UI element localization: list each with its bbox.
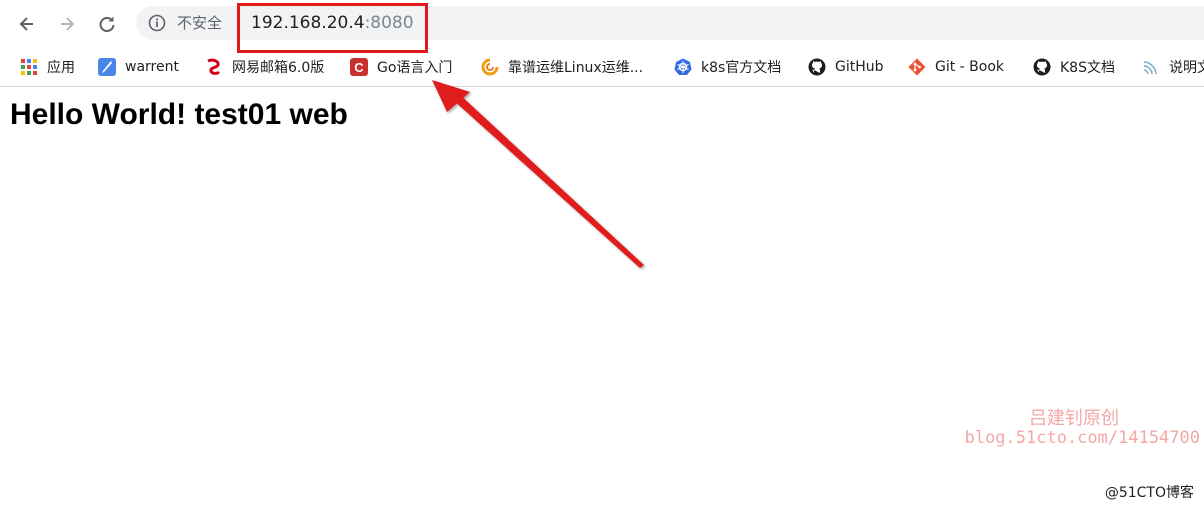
bookmark-kaopu-ops[interactable]: 靠谱运维Linux运维...: [481, 54, 643, 80]
bookmark-label: K8S文档: [1060, 60, 1115, 76]
info-icon[interactable]: [148, 14, 166, 32]
bookmark-label: k8s官方文档: [701, 60, 782, 76]
bookmark-label: 网易邮箱6.0版: [232, 60, 325, 76]
github-icon: [808, 58, 826, 76]
back-button[interactable]: [13, 10, 41, 38]
bookmark-apps[interactable]: 应用: [20, 54, 75, 80]
arrow-right-icon: [61, 17, 75, 31]
bookmark-git-book[interactable]: Git - Book: [908, 54, 1004, 80]
bookmark-go-intro[interactable]: C Go语言入门: [350, 54, 452, 80]
netease-mail-icon: [205, 58, 223, 76]
bookmark-label: Git - Book: [935, 59, 1005, 75]
bookmark-label: warrent: [125, 59, 179, 75]
bookmark-label: 应用: [47, 60, 75, 76]
reload-button[interactable]: [93, 10, 121, 38]
forward-button[interactable]: [53, 10, 81, 38]
browser-toolbar: 不安全 192.168.20.4:8080: [0, 0, 1204, 48]
bookmark-github[interactable]: GitHub: [808, 54, 884, 80]
wifi-waves-icon: [1142, 58, 1160, 76]
bookmark-label: 靠谱运维Linux运维...: [508, 60, 644, 76]
arrow-left-icon: [19, 17, 33, 31]
kubernetes-icon: [674, 58, 692, 76]
security-label[interactable]: 不安全: [177, 13, 222, 33]
c-logo-icon: C: [350, 58, 368, 76]
page-heading: Hello World! test01 web: [10, 98, 348, 131]
bookmarks-bar: 应用 warrent 网易邮箱6.0版 C Go语言入门 靠谱运维Linux运维…: [0, 48, 1204, 87]
bookmark-label: 说明文: [1169, 60, 1204, 76]
reload-icon: [99, 16, 115, 32]
bookmark-shuoming[interactable]: 说明文: [1142, 54, 1204, 80]
github-icon: [1033, 58, 1051, 76]
svg-text:C: C: [354, 60, 364, 75]
annotation-highlight-box: [237, 3, 428, 53]
git-icon: [908, 58, 926, 76]
bookmark-label: GitHub: [835, 59, 884, 75]
watermark-blog-url: blog.51cto.com/14154700: [964, 428, 1200, 448]
watermark-author: 吕建钊原创: [1029, 408, 1119, 429]
swirl-logo-icon: [481, 58, 499, 76]
quill-icon: [98, 58, 116, 76]
bookmark-label: Go语言入门: [377, 60, 453, 76]
apps-grid-icon: [20, 58, 38, 76]
bookmark-k8s-docs[interactable]: k8s官方文档: [674, 54, 781, 80]
bookmark-k8s-wendang[interactable]: K8S文档: [1033, 54, 1115, 80]
watermark-corner: @51CTO博客: [1104, 485, 1194, 501]
bookmark-netease-mail[interactable]: 网易邮箱6.0版: [205, 54, 324, 80]
bookmark-warrent[interactable]: warrent: [98, 54, 179, 80]
